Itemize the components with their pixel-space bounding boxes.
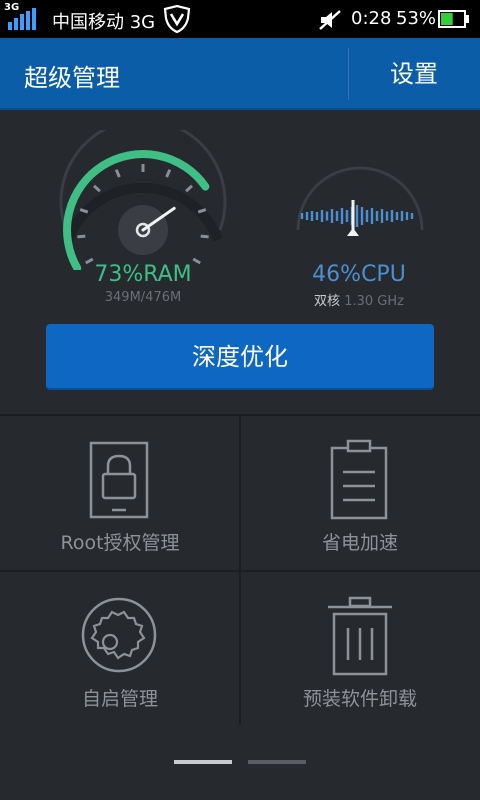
cpu-detail: 双核 1.30 GHz (264, 290, 454, 309)
ram-gauge-tick (185, 184, 194, 193)
tool-label: 省电加速 (321, 532, 398, 554)
shield-v-icon (163, 4, 191, 34)
ram-gauge-tick (114, 169, 121, 178)
ram-gauge-tick (77, 234, 86, 239)
trash-icon (328, 596, 392, 676)
cpu-cores: 双核 (314, 294, 341, 309)
gauge-panel: 73%RAM 349M/476M 46%CPU 双核 1.30 GHz 深度优化 (0, 112, 480, 412)
signal-icon (8, 8, 36, 30)
tool-uninstall-preinstalled[interactable]: 预装软件卸载 (240, 572, 480, 727)
page-indicator-2[interactable] (248, 760, 306, 764)
tool-label: Root授权管理 (60, 532, 180, 554)
ram-gauge-tick (165, 169, 172, 178)
tool-power-saving[interactable]: 省电加速 (240, 416, 480, 571)
ram-gauge-tick (200, 234, 209, 239)
mute-icon (319, 10, 341, 30)
settings-button[interactable]: 设置 (348, 38, 480, 110)
tool-root-permission[interactable]: Root授权管理 (0, 416, 240, 571)
gear-icon (81, 597, 157, 673)
battery-percent: 53% (396, 8, 437, 29)
tool-label: 自启管理 (81, 688, 158, 710)
tool-autostart[interactable]: 自启管理 (0, 572, 240, 727)
battery-icon (438, 10, 469, 28)
cpu-percent-label: 46%CPU (312, 262, 406, 287)
page-title: 超级管理 (24, 64, 120, 92)
page-indicator (0, 760, 480, 766)
lock-phone-icon (89, 441, 149, 519)
ram-gauge-tick (92, 184, 101, 193)
cpu-gauge (296, 166, 424, 236)
ram-percent-label: 73%RAM (94, 262, 192, 287)
page-indicator-1[interactable] (174, 760, 232, 764)
carrier-name: 中国移动 3G (52, 12, 156, 33)
app-header: 超级管理 设置 (0, 38, 480, 110)
ram-gauge (59, 130, 227, 270)
grid-divider-vertical (239, 414, 241, 724)
clipboard-icon (330, 439, 388, 520)
cpu-frequency: 1.30 GHz (344, 294, 404, 309)
clock: 0:28 (351, 8, 392, 29)
grid-divider-horizontal (0, 570, 480, 572)
status-bar: 3G 中国移动 3G 0:28 53% (0, 0, 480, 38)
deep-optimize-button[interactable]: 深度优化 (46, 324, 434, 390)
ram-usage-detail: 349M/476M (104, 290, 182, 305)
tool-label: 预装软件卸载 (302, 688, 417, 710)
